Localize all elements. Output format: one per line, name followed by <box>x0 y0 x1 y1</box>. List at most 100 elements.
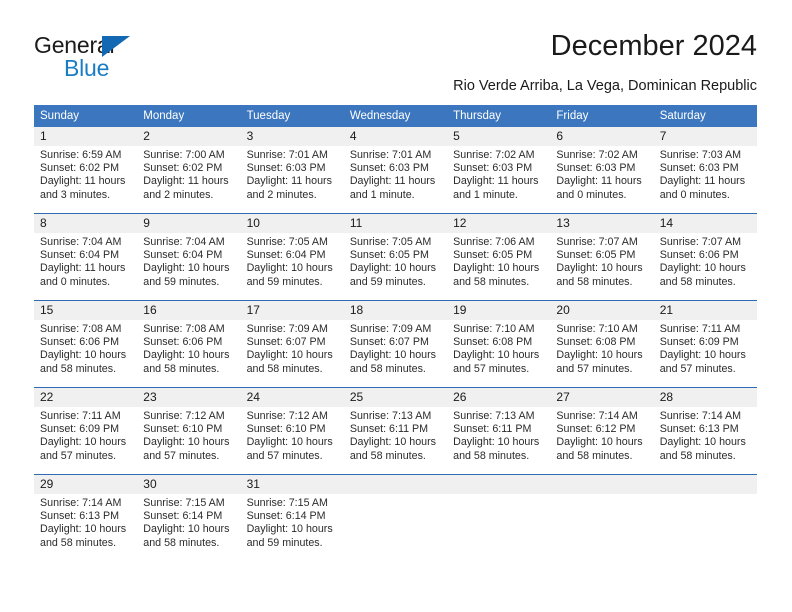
sunrise-text: Sunrise: 7:11 AM <box>659 323 741 335</box>
calendar-day-cell[interactable]: 17 Sunrise: 7:09 AM Sunset: 6:07 PM Dayligh… <box>240 301 344 387</box>
daylight-text-line2: and 59 minutes. <box>246 536 323 549</box>
daylight-text-line1: Daylight: 11 hours <box>453 175 539 188</box>
calendar-day-cell[interactable]: 14 Sunrise: 7:07 AM Sunset: 6:06 PM Dayligh… <box>653 214 757 300</box>
day-number: 27 <box>550 388 654 407</box>
daylight-text-line2: and 0 minutes. <box>40 275 111 288</box>
calendar-day-cell[interactable]: 5 Sunrise: 7:02 AM Sunset: 6:03 PM Daylight… <box>447 127 551 213</box>
sunrise-text: Sunrise: 7:05 AM <box>349 236 432 248</box>
day-number: 29 <box>34 475 138 494</box>
sunset-text: Sunset: 6:05 PM <box>349 249 429 262</box>
calendar-day-cell[interactable]: 19 Sunrise: 7:10 AM Sunset: 6:08 PM Dayligh… <box>447 301 551 387</box>
day-sun-info: Sunrise: 7:11 AM Sunset: 6:09 PM Daylight:… <box>654 320 757 376</box>
calendar-day-cell[interactable]: 22 Sunrise: 7:11 AM Sunset: 6:09 PM Dayligh… <box>34 388 138 474</box>
calendar-day-cell-empty <box>447 475 551 561</box>
sunset-text: Sunset: 6:14 PM <box>246 510 326 523</box>
sunset-text: Sunset: 6:11 PM <box>453 423 532 436</box>
sunrise-text: Sunrise: 7:08 AM <box>40 323 122 335</box>
daylight-text-line2: and 0 minutes. <box>556 188 627 201</box>
day-number: 2 <box>137 127 241 146</box>
day-number: 25 <box>343 388 448 407</box>
calendar-day-cell[interactable]: 4 Sunrise: 7:01 AM Sunset: 6:03 PM Daylight… <box>343 127 448 213</box>
generalblue-logo[interactable]: General Blue <box>34 32 234 81</box>
daylight-text-line1: Daylight: 11 hours <box>40 175 126 188</box>
calendar-day-cell[interactable]: 24 Sunrise: 7:12 AM Sunset: 6:10 PM Dayligh… <box>240 388 344 474</box>
calendar-day-cell[interactable]: 18 Sunrise: 7:09 AM Sunset: 6:07 PM Dayligh… <box>343 301 448 387</box>
calendar-day-cell[interactable]: 9 Sunrise: 7:04 AM Sunset: 6:04 PM Daylight… <box>137 214 241 300</box>
calendar-day-cell[interactable]: 3 Sunrise: 7:01 AM Sunset: 6:03 PM Daylight… <box>240 127 344 213</box>
calendar-day-cell[interactable]: 25 Sunrise: 7:13 AM Sunset: 6:11 PM Dayligh… <box>343 388 448 474</box>
daylight-text-line1: Daylight: 10 hours <box>40 349 127 362</box>
sunset-text: Sunset: 6:08 PM <box>453 336 533 349</box>
sunrise-text: Sunrise: 7:02 AM <box>453 149 535 161</box>
calendar-weekday-header-row: Sunday Monday Tuesday Wednesday Thursday… <box>34 105 757 127</box>
sunset-text: Sunset: 6:07 PM <box>349 336 429 349</box>
daylight-text-line2: and 2 minutes. <box>143 188 214 201</box>
calendar-day-cell[interactable]: 2 Sunrise: 7:00 AM Sunset: 6:02 PM Daylight… <box>137 127 241 213</box>
sunrise-text: Sunrise: 7:05 AM <box>246 236 328 248</box>
day-number <box>653 475 757 494</box>
day-number <box>343 475 448 494</box>
daylight-text-line2: and 59 minutes. <box>349 275 426 288</box>
calendar-day-cell[interactable]: 29 Sunrise: 7:14 AM Sunset: 6:13 PM Dayligh… <box>34 475 138 561</box>
daylight-text-line2: and 57 minutes. <box>143 449 220 462</box>
calendar-day-cell[interactable]: 12 Sunrise: 7:06 AM Sunset: 6:05 PM Dayligh… <box>447 214 551 300</box>
sunset-text: Sunset: 6:02 PM <box>143 162 223 175</box>
day-sun-info: Sunrise: 7:13 AM Sunset: 6:11 PM Daylight:… <box>344 407 447 463</box>
day-number: 21 <box>653 301 757 320</box>
sunrise-text: Sunrise: 7:04 AM <box>143 236 225 248</box>
day-number: 1 <box>34 127 138 146</box>
page-subtitle-location: Rio Verde Arriba, La Vega, Dominican Rep… <box>453 78 757 94</box>
calendar-day-cell[interactable]: 7 Sunrise: 7:03 AM Sunset: 6:03 PM Daylight… <box>653 127 757 213</box>
sunrise-text: Sunrise: 7:08 AM <box>143 323 225 335</box>
day-number: 30 <box>137 475 241 494</box>
calendar-day-cell[interactable]: 10 Sunrise: 7:05 AM Sunset: 6:04 PM Dayligh… <box>240 214 344 300</box>
sunrise-text: Sunrise: 6:59 AM <box>40 149 122 161</box>
daylight-text-line1: Daylight: 10 hours <box>659 349 746 362</box>
weekday-header-sunday: Sunday <box>40 110 80 122</box>
calendar-day-cell[interactable]: 1 Sunrise: 6:59 AM Sunset: 6:02 PM Daylight… <box>34 127 138 213</box>
daylight-text-line2: and 1 minute. <box>349 188 415 201</box>
calendar-day-cell[interactable]: 28 Sunrise: 7:14 AM Sunset: 6:13 PM Dayligh… <box>653 388 757 474</box>
calendar-day-cell[interactable]: 30 Sunrise: 7:15 AM Sunset: 6:14 PM Dayligh… <box>137 475 241 561</box>
day-number: 9 <box>137 214 241 233</box>
calendar-day-cell[interactable]: 6 Sunrise: 7:02 AM Sunset: 6:03 PM Daylight… <box>550 127 654 213</box>
daylight-text-line1: Daylight: 10 hours <box>246 262 333 275</box>
calendar-day-cell[interactable]: 8 Sunrise: 7:04 AM Sunset: 6:04 PM Daylight… <box>34 214 138 300</box>
daylight-text-line2: and 57 minutes. <box>659 362 736 375</box>
sunrise-text: Sunrise: 7:12 AM <box>143 410 225 422</box>
daylight-text-line2: and 57 minutes. <box>453 362 530 375</box>
day-sun-info: Sunrise: 7:01 AM Sunset: 6:03 PM Daylight:… <box>241 146 344 202</box>
calendar-day-cell[interactable]: 26 Sunrise: 7:13 AM Sunset: 6:11 PM Dayligh… <box>447 388 551 474</box>
calendar-day-cell[interactable]: 15 Sunrise: 7:08 AM Sunset: 6:06 PM Dayligh… <box>34 301 138 387</box>
sunset-text: Sunset: 6:06 PM <box>143 336 223 349</box>
sunrise-text: Sunrise: 7:14 AM <box>40 497 122 509</box>
daylight-text-line1: Daylight: 10 hours <box>453 349 540 362</box>
calendar-day-cell[interactable]: 31 Sunrise: 7:15 AM Sunset: 6:14 PM Dayligh… <box>240 475 344 561</box>
daylight-text-line1: Daylight: 11 hours <box>246 175 332 188</box>
day-number: 17 <box>240 301 344 320</box>
daylight-text-line1: Daylight: 10 hours <box>40 523 127 536</box>
daylight-text-line2: and 0 minutes. <box>659 188 730 201</box>
calendar-day-cell[interactable]: 16 Sunrise: 7:08 AM Sunset: 6:06 PM Dayligh… <box>137 301 241 387</box>
calendar-day-cell[interactable]: 20 Sunrise: 7:10 AM Sunset: 6:08 PM Dayligh… <box>550 301 654 387</box>
sunrise-text: Sunrise: 7:13 AM <box>349 410 432 422</box>
calendar-day-cell[interactable]: 21 Sunrise: 7:11 AM Sunset: 6:09 PM Dayligh… <box>653 301 757 387</box>
sunrise-text: Sunrise: 7:07 AM <box>556 236 638 248</box>
day-sun-info: Sunrise: 7:12 AM Sunset: 6:10 PM Daylight:… <box>241 407 344 463</box>
calendar-day-cell[interactable]: 23 Sunrise: 7:12 AM Sunset: 6:10 PM Dayligh… <box>137 388 241 474</box>
sunset-text: Sunset: 6:13 PM <box>659 423 739 436</box>
calendar-day-cell[interactable]: 11 Sunrise: 7:05 AM Sunset: 6:05 PM Dayligh… <box>343 214 448 300</box>
daylight-text-line1: Daylight: 10 hours <box>453 436 540 449</box>
day-number: 26 <box>447 388 551 407</box>
daylight-text-line2: and 58 minutes. <box>143 536 220 549</box>
daylight-text-line2: and 57 minutes. <box>556 362 633 375</box>
daylight-text-line1: Daylight: 10 hours <box>246 349 333 362</box>
day-number: 16 <box>137 301 241 320</box>
day-sun-info: Sunrise: 7:12 AM Sunset: 6:10 PM Daylight:… <box>137 407 240 463</box>
day-sun-info: Sunrise: 7:14 AM Sunset: 6:13 PM Daylight:… <box>654 407 757 463</box>
calendar-day-cell[interactable]: 13 Sunrise: 7:07 AM Sunset: 6:05 PM Dayligh… <box>550 214 654 300</box>
daylight-text-line1: Daylight: 10 hours <box>453 262 540 275</box>
calendar-day-cell[interactable]: 27 Sunrise: 7:14 AM Sunset: 6:12 PM Dayligh… <box>550 388 654 474</box>
day-sun-info: Sunrise: 7:10 AM Sunset: 6:08 PM Daylight:… <box>550 320 653 376</box>
day-sun-info: Sunrise: 7:06 AM Sunset: 6:05 PM Daylight:… <box>447 233 550 289</box>
